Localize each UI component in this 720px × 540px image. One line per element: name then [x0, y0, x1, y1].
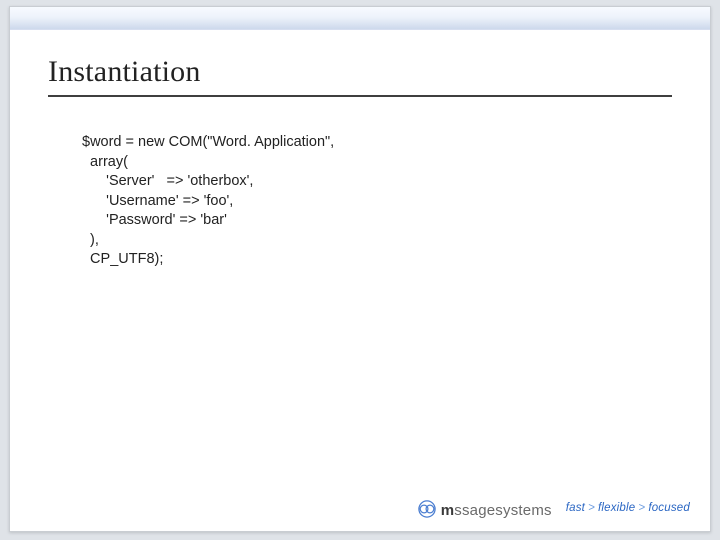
tagline-word: fast	[566, 502, 585, 514]
code-line: 'Password' => 'bar'	[82, 212, 227, 228]
tagline-separator-icon: >	[585, 502, 598, 514]
brand-logo-icon	[418, 500, 436, 518]
brand-prefix: m	[441, 502, 455, 519]
code-line: CP_UTF8);	[82, 251, 163, 267]
brand-suffix: ssagesystems	[454, 502, 551, 519]
code-block: $word = new COM("Word. Application", arr…	[10, 105, 710, 270]
code-line: $word = new COM("Word. Application",	[82, 134, 334, 150]
slide: Instantiation $word = new COM("Word. App…	[9, 6, 711, 532]
code-line: 'Username' => 'foo',	[82, 193, 233, 209]
tagline-separator-icon: >	[635, 502, 648, 514]
code-line: array(	[82, 154, 128, 170]
tagline-word: flexible	[598, 502, 635, 514]
code-line: 'Server' => 'otherbox',	[82, 173, 253, 189]
tagline-word: focused	[648, 502, 690, 514]
footer: mssagesystems fast>flexible>focused	[10, 493, 710, 531]
top-accent-bar	[10, 7, 710, 30]
brand-text: mssagesystems	[441, 502, 552, 519]
brand: mssagesystems	[418, 497, 552, 519]
code-line: ),	[82, 232, 99, 248]
title-underline	[48, 95, 672, 97]
tagline: fast>flexible>focused	[566, 502, 690, 514]
slide-title: Instantiation	[48, 55, 672, 89]
